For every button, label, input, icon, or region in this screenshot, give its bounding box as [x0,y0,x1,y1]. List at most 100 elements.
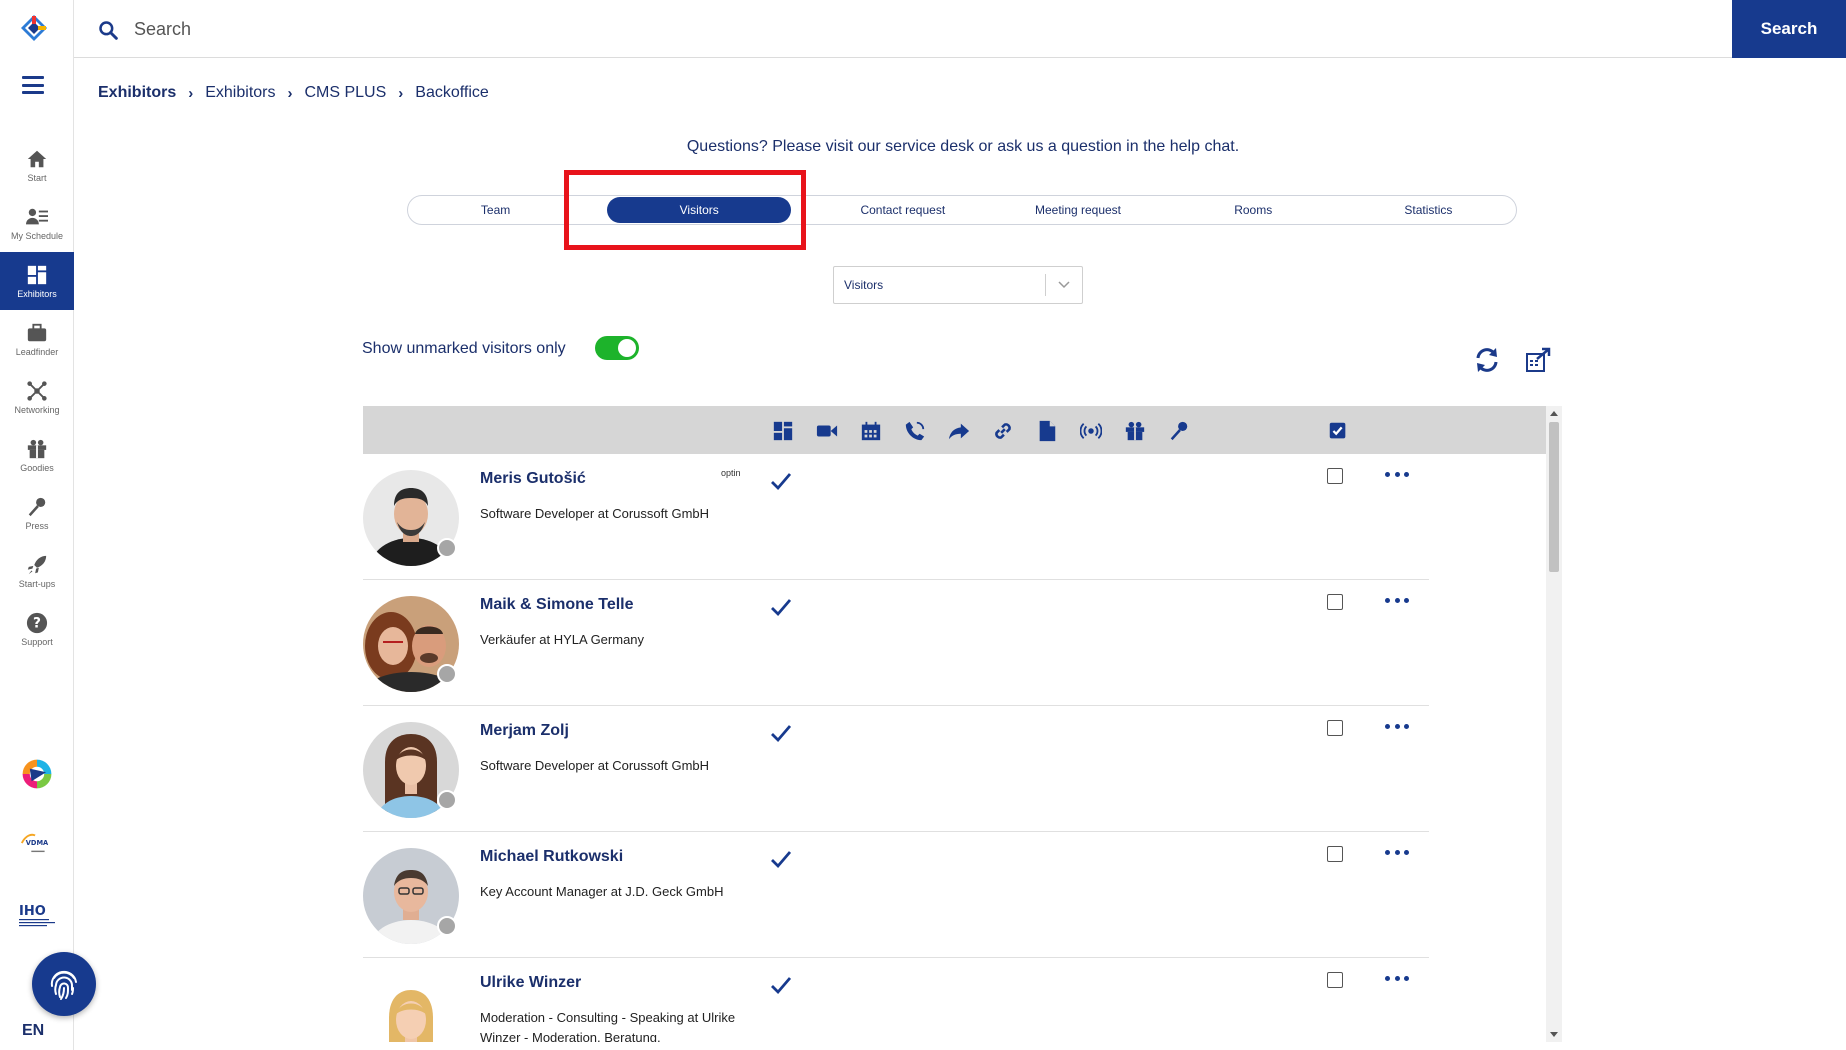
visitor-type-select[interactable]: Visitors [833,266,1083,304]
fingerprint-icon [50,970,77,1000]
sidebar-item-networking[interactable]: Networking [0,368,74,426]
broadcast-icon[interactable] [1079,420,1103,442]
table-header [363,406,1546,454]
partner-logo-ring-icon[interactable] [14,754,60,794]
video-icon[interactable] [816,420,838,442]
tab-meeting-request[interactable]: Meeting request [990,197,1165,223]
sidebar-item-goodies[interactable]: Goodies [0,426,74,484]
search-input[interactable] [134,12,1634,46]
help-icon: ? [26,612,48,633]
breadcrumb: Exhibitors › Exhibitors › CMS PLUS › Bac… [98,84,489,102]
checkmark-icon [771,977,792,995]
microphone-icon [28,497,46,516]
share-icon[interactable] [948,420,970,442]
scrollbar[interactable] [1546,406,1562,1042]
online-status-dot [437,790,457,810]
more-options-icon[interactable] [1385,842,1409,862]
more-options-icon[interactable] [1385,590,1409,610]
online-status-dot [437,916,457,936]
sidebar-item-start-ups[interactable]: Start-ups [0,542,74,600]
sidebar-item-leadfinder[interactable]: Leadfinder [0,310,74,368]
sidebar-item-press[interactable]: Press [0,484,74,542]
export-icon[interactable] [1524,346,1552,374]
row-checkbox[interactable] [1327,594,1343,610]
checkmark-icon [771,851,792,869]
sidebar-item-exhibitors[interactable]: Exhibitors [0,252,74,310]
visitor-name[interactable]: Maik & Simone Telle [480,596,634,614]
online-status-dot [437,664,457,684]
table-row: Michael Rutkowski Key Account Manager at… [363,832,1429,958]
sidebar-item-support[interactable]: ? Support [0,600,74,658]
sidebar-item-label: Goodies [20,462,54,473]
row-checkbox[interactable] [1327,846,1343,862]
exhibitors-icon [27,265,47,284]
visitor-name[interactable]: Michael Rutkowski [480,848,623,866]
top-search-bar: Search [74,0,1846,58]
sidebar-item-label: Start-ups [18,578,56,589]
checkmark-icon [771,725,792,743]
online-status-dot [437,538,457,558]
scroll-thumb[interactable] [1549,422,1559,572]
visitor-name[interactable]: Merjam Zolj [480,722,569,740]
phone-icon[interactable] [904,420,926,442]
app-logo-icon[interactable] [20,14,48,42]
toggle-knob [618,339,636,357]
partner-logo-iho-icon[interactable]: IHO [14,894,60,934]
tab-visitors[interactable]: Visitors [607,197,792,223]
visitor-name[interactable]: Ulrike Winzer [480,974,581,992]
home-icon [27,150,47,167]
row-checkbox[interactable] [1327,468,1343,484]
avatar[interactable] [363,974,459,1042]
scroll-down-icon[interactable] [1550,1032,1558,1037]
more-options-icon[interactable] [1385,464,1409,484]
calendar-icon[interactable] [860,420,882,442]
tab-rooms[interactable]: Rooms [1166,197,1341,223]
document-icon[interactable] [1036,420,1058,442]
visitor-name[interactable]: Meris Gutošić [480,470,586,488]
breadcrumb-item-cms-plus[interactable]: CMS PLUS [304,84,386,102]
table-row: Merjam Zolj Software Developer at Coruss… [363,706,1429,832]
row-checkbox[interactable] [1327,972,1343,988]
breadcrumb-item-backoffice[interactable]: Backoffice [415,84,489,102]
table-row: Meris Gutošić optin Software Developer a… [363,454,1429,580]
refresh-icon[interactable] [1473,346,1501,374]
chevron-down-icon [1046,281,1082,289]
partner-logo-vdma-icon[interactable]: VDMA [14,824,60,864]
menu-icon[interactable] [22,76,44,94]
exhibitors-icon[interactable] [772,420,794,442]
app: Start My Schedule Exhibitors Leadfinder … [0,0,1846,1050]
visitor-role: Software Developer at Corussoft GmbH [480,758,710,773]
visitor-role: Key Account Manager at J.D. Geck GmbH [480,884,724,899]
gift-icon[interactable] [1124,420,1146,442]
breadcrumb-item-exhibitors-2[interactable]: Exhibitors [205,84,275,102]
link-icon[interactable] [992,420,1014,442]
sidebar-item-label: My Schedule [10,230,64,241]
unmarked-visitors-toggle[interactable] [595,336,639,360]
chevron-right-icon: › [398,84,404,102]
tab-team[interactable]: Team [408,197,583,223]
network-icon [27,380,47,401]
gift-icon [27,439,47,458]
sidebar-item-start[interactable]: Start [0,136,74,194]
microphone-icon[interactable] [1168,420,1190,442]
select-all-checkbox[interactable] [1327,420,1349,442]
sidebar: Start My Schedule Exhibitors Leadfinder … [0,0,96,1050]
row-checkbox[interactable] [1327,720,1343,736]
more-options-icon[interactable] [1385,968,1409,988]
chevron-right-icon: › [287,84,293,102]
select-value: Visitors [844,278,884,292]
tab-contact-request[interactable]: Contact request [815,197,990,223]
breadcrumb-item-exhibitors[interactable]: Exhibitors [98,84,176,102]
language-switch[interactable]: EN [22,1022,44,1040]
table-row: Maik & Simone Telle Verkäufer at HYLA Ge… [363,580,1429,706]
more-options-icon[interactable] [1385,716,1409,736]
sidebar-item-label: Support [21,636,53,647]
table-row: Ulrike Winzer Moderation - Consulting - … [363,958,1429,1042]
chevron-right-icon: › [188,84,194,102]
tab-statistics[interactable]: Statistics [1341,197,1516,223]
checkmark-icon [771,473,792,491]
scroll-up-icon[interactable] [1550,411,1558,416]
fingerprint-button[interactable] [32,952,96,1016]
sidebar-item-my-schedule[interactable]: My Schedule [0,194,74,252]
search-button[interactable]: Search [1732,0,1846,58]
